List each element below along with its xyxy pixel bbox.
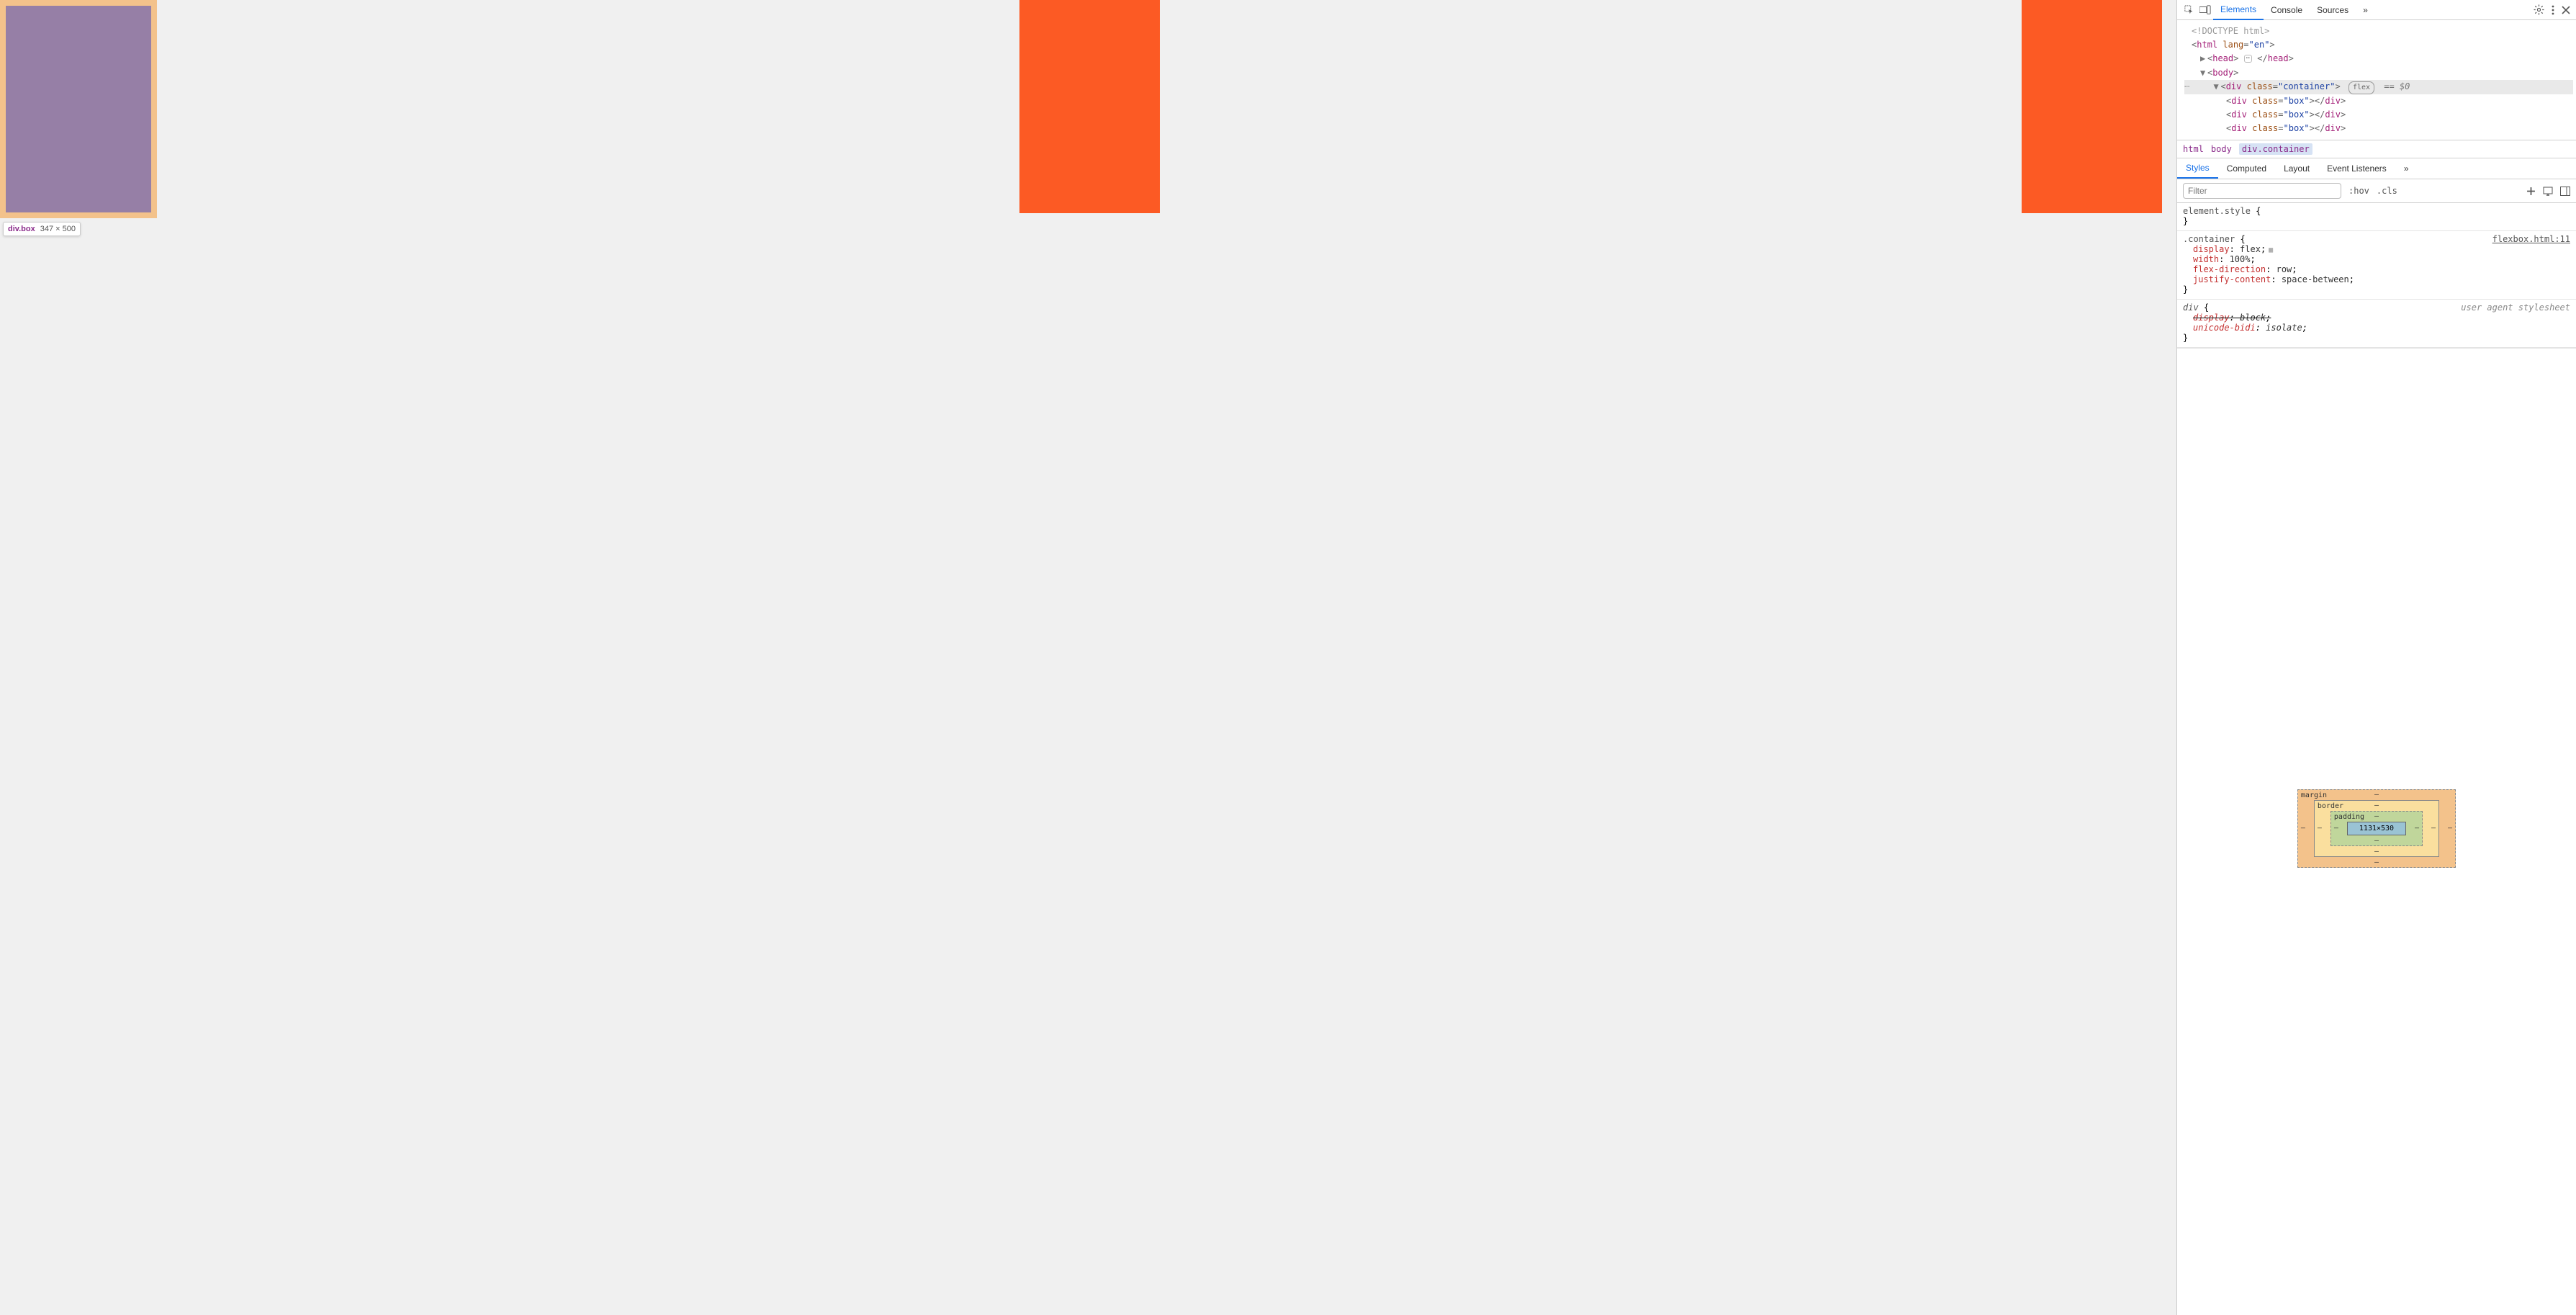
box-model-content[interactable]: 1131×530 (2347, 822, 2406, 835)
box-model-border[interactable]: border – – – – padding – – – – 1131×530 (2314, 800, 2439, 857)
styles-pane[interactable]: element.style { } flexbox.html:11 .conta… (2177, 203, 2576, 348)
ua-stylesheet-label: user agent stylesheet (2461, 302, 2570, 313)
kebab-icon[interactable] (2552, 5, 2554, 15)
flex-badge[interactable]: flex (2348, 81, 2374, 94)
dom-head[interactable]: ▶<head> ⋯ </head> (2184, 52, 2573, 66)
tooltip-selector: div.box (8, 225, 35, 233)
subtab-computed[interactable]: Computed (2218, 159, 2275, 178)
inspected-box[interactable] (0, 0, 157, 218)
crumb-body[interactable]: body (2211, 144, 2232, 154)
crumb-html[interactable]: html (2183, 144, 2204, 154)
box-model-padding[interactable]: padding – – – – 1131×530 (2330, 811, 2423, 846)
toggle-sidebar-icon[interactable] (2560, 187, 2570, 196)
container-preview (0, 0, 2176, 218)
box[interactable] (2022, 0, 2162, 213)
dom-container-row[interactable]: ⋯ ▼<div class="container"> flex == $0 (2184, 80, 2573, 94)
devtools-main-tabs: Elements Console Sources » (2213, 0, 2375, 20)
dom-html-open[interactable]: <html lang="en"> (2184, 38, 2573, 52)
dom-box-row[interactable]: <div class="box"></div> (2184, 108, 2573, 122)
rule-div-ua[interactable]: user agent stylesheet div { display: blo… (2177, 300, 2576, 348)
subtab-styles[interactable]: Styles (2177, 158, 2218, 179)
close-icon[interactable] (2562, 6, 2570, 14)
element-tooltip: div.box 347 × 500 (3, 222, 81, 236)
dom-box-row[interactable]: <div class="box"></div> (2184, 122, 2573, 135)
cls-toggle[interactable]: .cls (2377, 186, 2397, 196)
tabs-overflow[interactable]: » (2356, 1, 2375, 19)
crumb-container[interactable]: div.container (2239, 143, 2312, 155)
rule-source-link[interactable]: flexbox.html:11 (2492, 234, 2570, 244)
rule-element-style[interactable]: element.style { } (2177, 203, 2576, 231)
dom-doctype[interactable]: <!DOCTYPE html> (2184, 24, 2573, 38)
dollar0-label: == $0 (2384, 81, 2410, 91)
box-model-margin[interactable]: margin – – – – border – – – – padding – (2297, 789, 2456, 868)
gear-icon[interactable] (2534, 4, 2544, 15)
dom-box-row[interactable]: <div class="box"></div> (2184, 94, 2573, 108)
dom-tree[interactable]: <!DOCTYPE html> <html lang="en"> ▶<head>… (2177, 20, 2576, 140)
hov-toggle[interactable]: :hov (2348, 186, 2369, 196)
tooltip-dimensions: 347 × 500 (40, 225, 76, 233)
subtabs-overflow[interactable]: » (2395, 159, 2418, 178)
box[interactable] (1019, 0, 1160, 213)
tab-console[interactable]: Console (2264, 1, 2310, 19)
rule-container[interactable]: flexbox.html:11 .container { display: fl… (2177, 231, 2576, 300)
devtools-panel: Elements Console Sources » <!DOCTYPE ht (2176, 0, 2576, 1315)
computed-styles-icon[interactable] (2543, 186, 2553, 196)
inspect-icon[interactable] (2181, 2, 2197, 18)
tab-sources[interactable]: Sources (2310, 1, 2356, 19)
device-toggle-icon[interactable] (2197, 2, 2213, 18)
styles-filter-row: :hov .cls (2177, 179, 2576, 203)
subtab-eventlisteners[interactable]: Event Listeners (2318, 159, 2395, 178)
breadcrumb: html body div.container (2177, 140, 2576, 158)
box-model[interactable]: margin – – – – border – – – – padding – (2177, 348, 2576, 1315)
devtools-topbar: Elements Console Sources » (2177, 0, 2576, 20)
styles-filter-input[interactable] (2183, 183, 2341, 199)
styles-subtabs: Styles Computed Layout Event Listeners » (2177, 158, 2576, 179)
page-viewport[interactable]: div.box 347 × 500 (0, 0, 2176, 1315)
dom-body-open[interactable]: ▼<body> (2184, 66, 2573, 80)
subtab-layout[interactable]: Layout (2275, 159, 2318, 178)
flex-editor-icon[interactable]: ▦ (2269, 246, 2272, 254)
tab-elements[interactable]: Elements (2213, 0, 2264, 20)
new-style-rule-icon[interactable] (2526, 187, 2536, 196)
